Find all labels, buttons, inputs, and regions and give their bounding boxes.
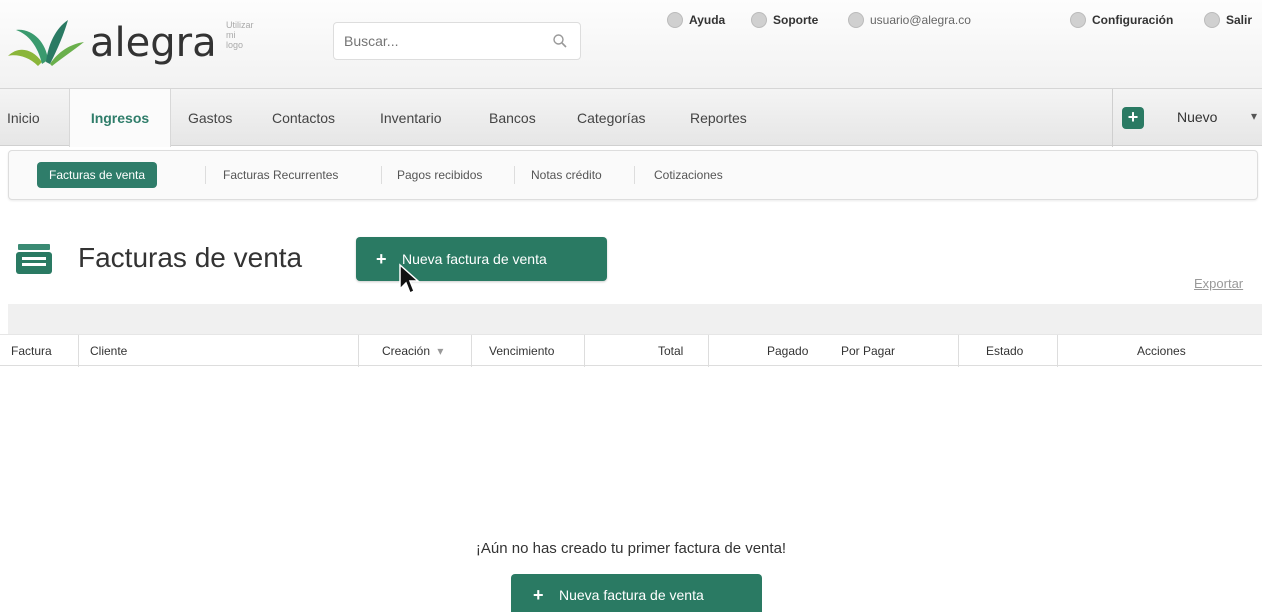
nav-item-inicio[interactable]: Inicio — [7, 89, 40, 147]
empty-state-new-invoice-button[interactable]: + Nueva factura de venta — [511, 574, 762, 612]
nav-item-ingresos[interactable]: Ingresos — [69, 89, 171, 147]
mouse-cursor-icon — [399, 263, 420, 295]
table-header: Factura Cliente Creación ▾ Vencimiento T… — [0, 334, 1262, 367]
nav-item-categorias[interactable]: Categorías — [577, 89, 645, 147]
column-header-factura[interactable]: Factura — [11, 335, 52, 367]
export-link[interactable]: Exportar — [1194, 276, 1243, 291]
use-my-logo-link[interactable]: Utilizar mi logo — [226, 20, 254, 50]
divider — [381, 166, 382, 184]
tab-pagos-recibidos[interactable]: Pagos recibidos — [397, 168, 482, 182]
settings-label: Configuración — [1092, 13, 1174, 27]
user-email: usuario@alegra.co — [870, 13, 971, 27]
nav-item-reportes[interactable]: Reportes — [690, 89, 747, 147]
divider — [1057, 335, 1058, 367]
logout-label: Salir — [1226, 13, 1253, 27]
new-menu-label: Nuevo — [1177, 109, 1218, 125]
nav-item-contactos[interactable]: Contactos — [272, 89, 335, 147]
gear-icon — [1070, 12, 1086, 28]
invoice-tray-icon — [16, 244, 52, 274]
support-label: Soporte — [773, 13, 819, 27]
column-header-creacion-label: Creación — [382, 344, 431, 358]
tab-facturas-recurrentes[interactable]: Facturas Recurrentes — [223, 168, 338, 182]
support-link[interactable]: Soporte — [751, 12, 818, 28]
sort-indicator-icon: ▾ — [437, 344, 444, 358]
column-header-creacion[interactable]: Creación ▾ — [382, 335, 443, 367]
subnav: Facturas de venta Facturas Recurrentes P… — [8, 150, 1258, 200]
tab-notas-credito[interactable]: Notas crédito — [531, 168, 602, 182]
help-link[interactable]: Ayuda — [667, 12, 725, 28]
support-icon — [751, 12, 767, 28]
plus-icon: + — [1122, 107, 1144, 129]
search-input[interactable] — [344, 33, 544, 49]
column-header-por-pagar[interactable]: Por Pagar — [841, 335, 895, 367]
leaf-logo-icon — [8, 20, 84, 66]
divider — [958, 335, 959, 367]
tab-cotizaciones[interactable]: Cotizaciones — [654, 168, 723, 182]
divider — [78, 335, 79, 367]
column-header-vencimiento[interactable]: Vencimiento — [489, 335, 554, 367]
new-invoice-label: Nueva factura de venta — [402, 251, 547, 267]
column-header-pagado[interactable]: Pagado — [767, 335, 808, 367]
tab-facturas-de-venta[interactable]: Facturas de venta — [37, 162, 158, 188]
new-menu-button[interactable]: + Nuevo ▾ — [1112, 89, 1262, 147]
logout-link[interactable]: Salir — [1204, 12, 1252, 28]
divider — [205, 166, 206, 184]
search-icon[interactable] — [552, 33, 568, 49]
divider — [584, 335, 585, 367]
empty-state-button-label: Nueva factura de venta — [559, 587, 704, 603]
nav-item-inventario[interactable]: Inventario — [380, 89, 441, 147]
main-nav: Inicio Ingresos Gastos Contactos Inventa… — [0, 88, 1262, 147]
nav-item-gastos[interactable]: Gastos — [188, 89, 232, 147]
column-header-cliente[interactable]: Cliente — [90, 335, 127, 367]
divider — [708, 335, 709, 367]
divider — [634, 166, 635, 184]
logo-text: alegra — [90, 20, 217, 66]
empty-state-message: ¡Aún no has creado tu primer factura de … — [475, 540, 787, 557]
header: alegra Utilizar mi logo Ayuda Soporte us… — [0, 0, 1262, 88]
divider — [358, 335, 359, 367]
plus-icon: + — [533, 585, 544, 605]
divider — [514, 166, 515, 184]
alegra-logo[interactable]: alegra Utilizar mi logo — [8, 8, 254, 68]
search-box[interactable] — [333, 22, 581, 60]
chevron-down-icon: ▾ — [1251, 109, 1258, 123]
user-account-link[interactable]: usuario@alegra.co — [848, 12, 971, 28]
column-header-total[interactable]: Total — [658, 335, 683, 367]
logout-icon — [1204, 12, 1220, 28]
new-invoice-button[interactable]: + Nueva factura de venta — [356, 237, 607, 281]
divider — [471, 335, 472, 367]
page-title: Facturas de venta — [78, 242, 303, 273]
column-header-estado[interactable]: Estado — [986, 335, 1023, 367]
settings-link[interactable]: Configuración — [1070, 12, 1173, 28]
help-icon — [667, 12, 683, 28]
table-toolbar — [8, 304, 1262, 334]
plus-icon: + — [376, 249, 387, 269]
help-label: Ayuda — [689, 13, 726, 27]
nav-item-bancos[interactable]: Bancos — [489, 89, 536, 147]
user-icon — [848, 12, 864, 28]
column-header-acciones: Acciones — [1137, 344, 1186, 358]
